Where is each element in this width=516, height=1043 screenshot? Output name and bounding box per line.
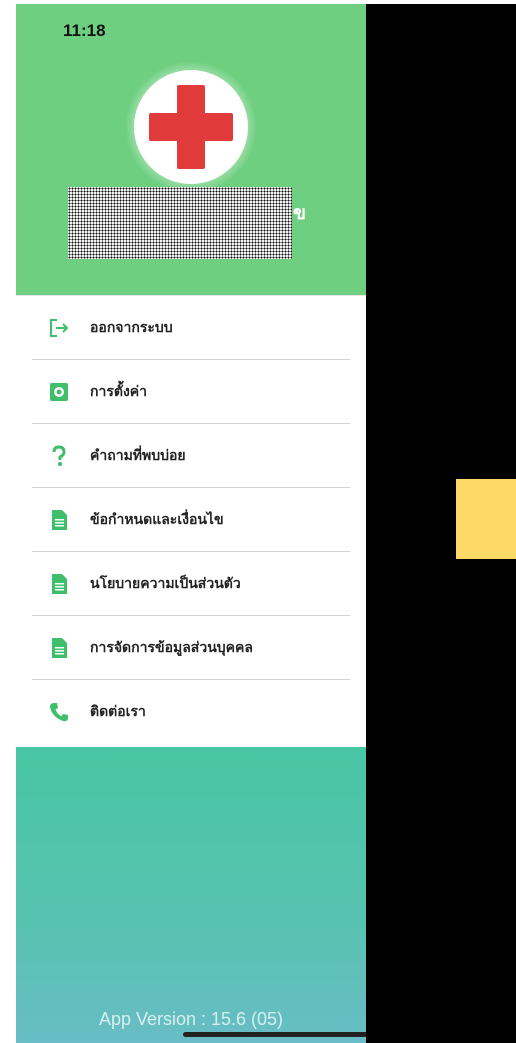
menu-item-privacy-policy[interactable]: นโยบายความเป็นส่วนตัว (32, 552, 350, 616)
document-icon (48, 637, 70, 659)
drawer-header: 11:18 ข (16, 4, 366, 295)
document-icon (48, 573, 70, 595)
cross-horizontal (149, 113, 233, 141)
menu-item-terms[interactable]: ข้อกำหนดและเงื่อนไข (32, 488, 350, 552)
app-version: App Version : 15.6 (05) (98, 1009, 284, 1029)
menu-item-personal-data[interactable]: การจัดการข้อมูลส่วนบุคคล (32, 616, 350, 680)
menu-label: คำถามที่พบบ่อย (90, 447, 186, 464)
background-card-peek (456, 479, 516, 559)
status-time: 11:18 (63, 21, 106, 40)
menu-item-settings[interactable]: การตั้งค่า (32, 360, 350, 424)
menu-item-faq[interactable]: คำถามที่พบบ่อย (32, 424, 350, 488)
menu-item-logout[interactable]: ออกจากระบบ (32, 296, 350, 360)
menu-label: ออกจากระบบ (90, 319, 173, 336)
side-drawer: 11:18 ข ออกจากระบบ การตั้งค่า คำถามที่พบ… (16, 4, 366, 1043)
document-icon (48, 509, 70, 531)
menu-label: การจัดการข้อมูลส่วนบุคคล (90, 639, 253, 656)
menu-label: ข้อกำหนดและเงื่อนไข (90, 511, 224, 528)
username-visible-tail: ข (293, 202, 306, 224)
question-icon (48, 444, 70, 467)
menu-item-contact[interactable]: ติดต่อเรา (32, 680, 350, 744)
menu-label: การตั้งค่า (90, 383, 148, 400)
menu-label: นโยบายความเป็นส่วนตัว (90, 575, 241, 592)
home-indicator[interactable] (183, 1032, 366, 1037)
settings-icon (48, 381, 70, 403)
drawer-menu: ออกจากระบบ การตั้งค่า คำถามที่พบบ่อย ข้อ… (16, 295, 366, 748)
menu-label: ติดต่อเรา (90, 704, 146, 720)
red-cross-icon (134, 70, 248, 184)
username-redacted (68, 187, 292, 259)
app-screen: 11:18 ข ออกจากระบบ การตั้งค่า คำถามที่พบ… (16, 4, 516, 1043)
logout-icon (48, 317, 70, 339)
phone-icon (48, 701, 70, 723)
drawer-footer: App Version : 15.6 (05) (16, 747, 366, 1043)
